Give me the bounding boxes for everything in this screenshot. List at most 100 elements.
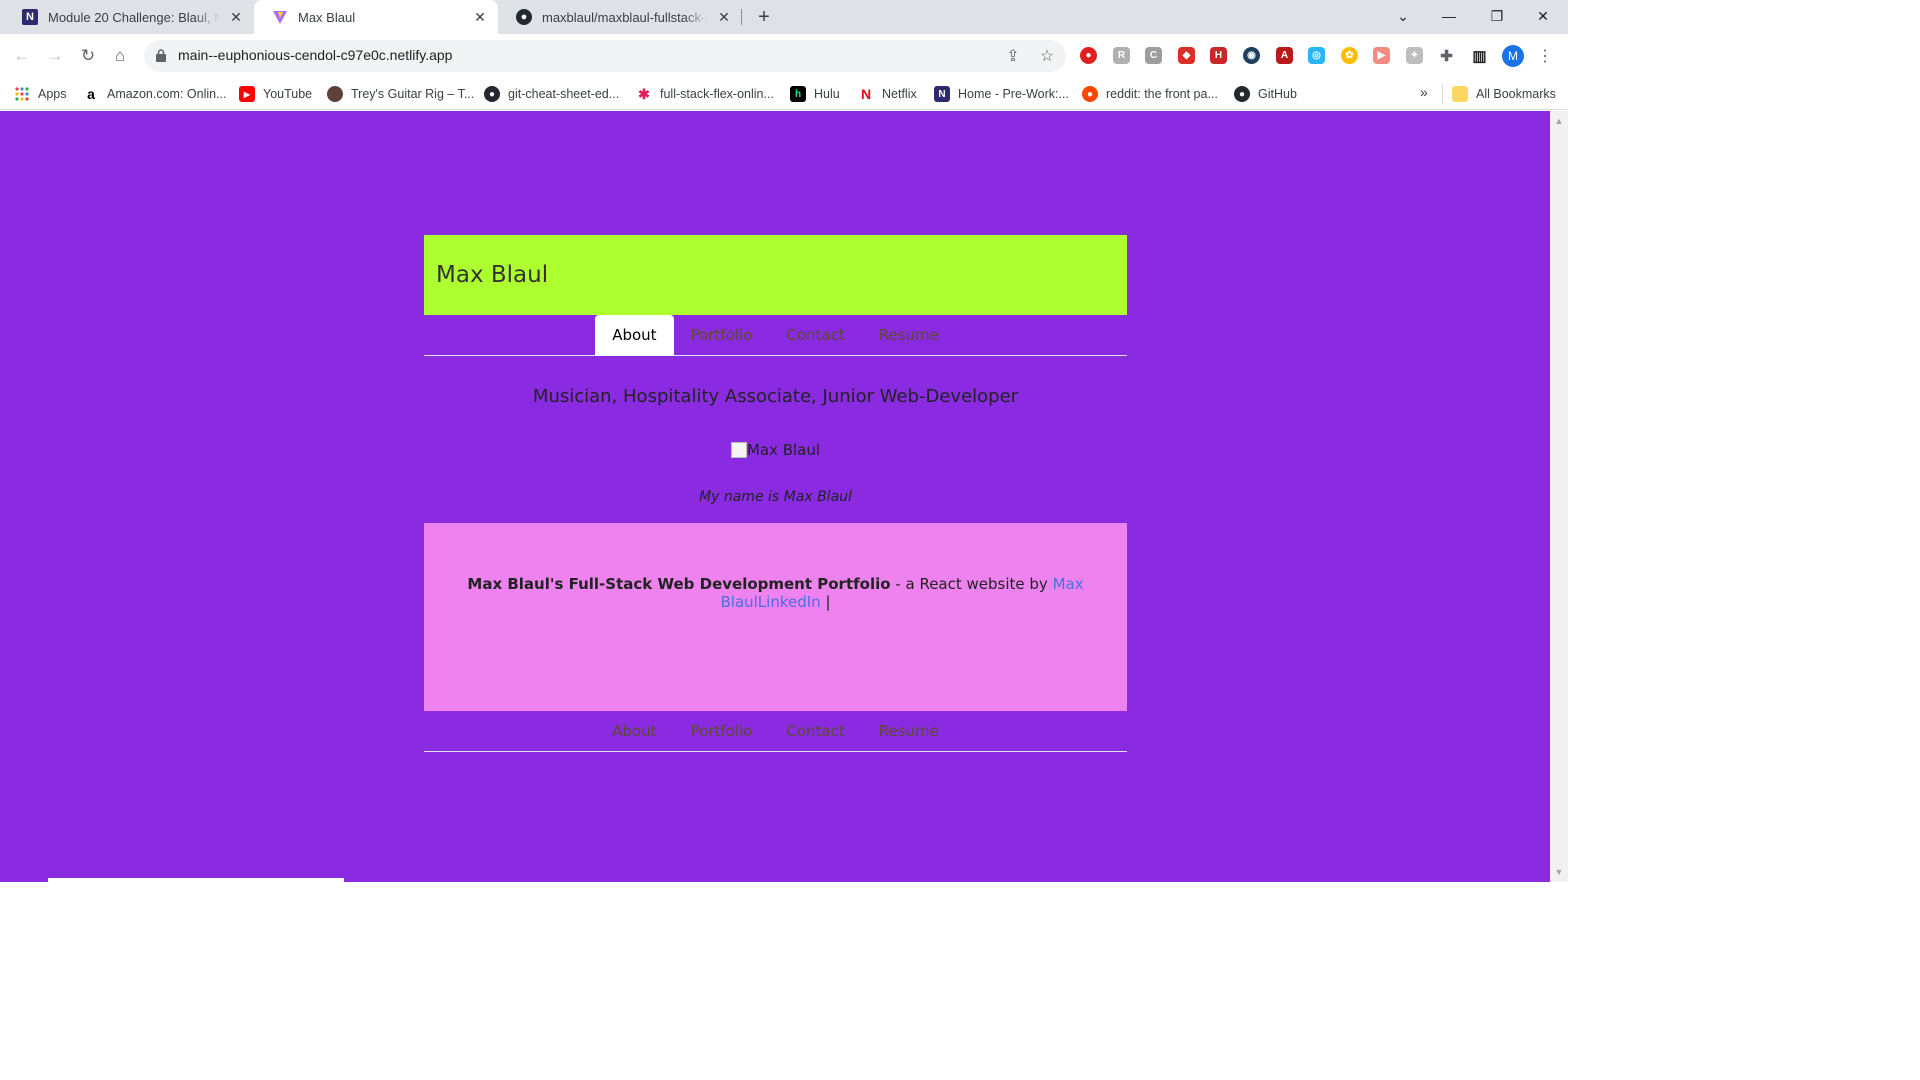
bookmark-label: Apps: [38, 87, 67, 101]
footer-title: Max Blaul's Full-Stack Web Development P…: [467, 575, 891, 593]
site-footer: Max Blaul's Full-Stack Web Development P…: [424, 523, 1127, 711]
bookmark-label: YouTube: [263, 87, 313, 101]
bookmark-reddit[interactable]: ● reddit: the front pa...: [1082, 84, 1218, 104]
forward-button[interactable]: →: [43, 44, 67, 68]
bookmark-separator: [1442, 84, 1443, 104]
tab-title: Max Blaul: [298, 9, 356, 25]
scroll-down-icon[interactable]: ▼: [1554, 868, 1564, 877]
bookmark-star-icon[interactable]: ☆: [1038, 47, 1056, 65]
bookmark-label: Netflix: [882, 87, 917, 101]
top-navigation: About Portfolio Contact Resume: [424, 315, 1127, 356]
bookmark-slack[interactable]: ✱ full-stack-flex-onlin...: [636, 84, 774, 104]
bookmark-hulu[interactable]: h Hulu: [790, 84, 840, 104]
page-scrollbar[interactable]: ▲ ▼: [1550, 111, 1568, 882]
more-menu-icon[interactable]: ⋮: [1536, 46, 1554, 66]
bookmark-label: full-stack-flex-onlin...: [660, 87, 774, 101]
slack-icon: ✱: [638, 85, 650, 102]
back-button[interactable]: ←: [10, 44, 34, 68]
footer-nav-about[interactable]: About: [595, 711, 673, 752]
footer-byline: - a React website by: [890, 575, 1053, 593]
apps-grid-icon: [14, 86, 30, 102]
new-tab-button[interactable]: +: [752, 5, 776, 29]
reload-button[interactable]: ↻: [76, 44, 100, 68]
extensions-puzzle-icon[interactable]: ✚: [1438, 47, 1455, 65]
notion-icon: N: [22, 9, 38, 25]
close-icon[interactable]: ✕: [472, 9, 488, 25]
adblock-icon[interactable]: ●: [1080, 47, 1097, 64]
reddit-icon: ●: [1082, 86, 1098, 102]
all-bookmarks-label: All Bookmarks: [1476, 87, 1556, 101]
tab-title: Module 20 Challenge: Blaul, Max: [48, 9, 220, 25]
bookmark-label: git-cheat-sheet-ed...: [508, 87, 620, 101]
site-header: Max Blaul: [424, 235, 1127, 315]
url-text: main--euphonious-cendol-c97e0c.netlify.a…: [178, 47, 453, 63]
status-strip: [48, 878, 344, 882]
browser-toolbar: ← → ↻ ⌂ main--euphonious-cendol-c97e0c.n…: [0, 34, 1568, 78]
lock-icon[interactable]: [156, 49, 166, 62]
screenshot-extension-icon[interactable]: ◎: [1308, 47, 1325, 64]
hulu-icon: h: [790, 86, 806, 102]
more-bookmarks-button[interactable]: »: [1420, 84, 1428, 100]
extension-misc-icon[interactable]: ✦: [1406, 47, 1423, 64]
bookmark-treys-guitar-rig[interactable]: Trey's Guitar Rig – T...: [327, 84, 474, 104]
bookmark-youtube[interactable]: ▶ YouTube: [239, 84, 312, 104]
nav-portfolio[interactable]: Portfolio: [674, 315, 770, 356]
notion-icon: N: [934, 86, 950, 102]
close-window-button[interactable]: ✕: [1520, 0, 1566, 32]
footer-divider: |: [820, 593, 831, 611]
home-button[interactable]: ⌂: [108, 44, 132, 68]
nav-resume[interactable]: Resume: [862, 315, 956, 356]
tab-separator: [741, 9, 742, 25]
broken-image-icon: [730, 442, 747, 458]
address-bar[interactable]: main--euphonious-cendol-c97e0c.netlify.a…: [144, 40, 1066, 72]
bookmark-label: Hulu: [814, 87, 840, 101]
footer-nav-contact[interactable]: Contact: [769, 711, 861, 752]
profile-avatar[interactable]: M: [1502, 45, 1524, 67]
nav-contact[interactable]: Contact: [769, 315, 861, 356]
html-extension-icon[interactable]: H: [1210, 47, 1227, 64]
tab-search-icon[interactable]: ⌄: [1380, 0, 1426, 32]
bookmark-amazon[interactable]: a Amazon.com: Onlin...: [83, 84, 227, 104]
extension-r-icon[interactable]: R: [1113, 47, 1130, 64]
profile-image: Max Blaul: [424, 441, 1127, 459]
minimize-button[interactable]: —: [1426, 0, 1472, 32]
restore-button[interactable]: ❐: [1474, 0, 1520, 32]
color-picker-icon[interactable]: ✿: [1341, 47, 1358, 64]
bookmark-apps[interactable]: Apps: [14, 84, 67, 104]
bookmark-netflix[interactable]: N Netflix: [858, 84, 917, 104]
bookmark-git-cheat-sheet[interactable]: ● git-cheat-sheet-ed...: [484, 84, 619, 104]
video-extension-icon[interactable]: ▶: [1373, 47, 1390, 64]
bookmarks-bar: Apps a Amazon.com: Onlin... ▶ YouTube Tr…: [0, 78, 1568, 110]
tab-module-20[interactable]: N Module 20 Challenge: Blaul, Max ✕: [4, 0, 254, 34]
youtube-icon: ▶: [239, 86, 255, 102]
netflix-icon: N: [860, 86, 872, 102]
site-title: Max Blaul: [436, 262, 549, 288]
footer-nav-resume[interactable]: Resume: [862, 711, 956, 752]
nav-about[interactable]: About: [595, 315, 674, 356]
tab-strip: N Module 20 Challenge: Blaul, Max ✕ Max …: [0, 0, 1568, 34]
bookmark-github[interactable]: ● GitHub: [1234, 84, 1297, 104]
close-icon[interactable]: ✕: [716, 9, 732, 25]
all-bookmarks-button[interactable]: All Bookmarks: [1452, 84, 1556, 104]
bookmark-label: Trey's Guitar Rig – T...: [351, 87, 475, 101]
share-icon[interactable]: ⇪: [1004, 47, 1022, 65]
bookmark-label: Amazon.com: Onlin...: [107, 87, 227, 101]
portfolio-site: Max Blaul About Portfolio Contact Resume…: [424, 235, 1127, 752]
folder-icon: [1452, 86, 1468, 102]
github-icon: ●: [484, 86, 500, 102]
bookmark-pre-work[interactable]: N Home - Pre-Work:...: [934, 84, 1069, 104]
globe-extension-icon[interactable]: ◉: [1243, 47, 1260, 64]
side-panel-icon[interactable]: ▥: [1471, 47, 1488, 65]
footer-nav-portfolio[interactable]: Portfolio: [674, 711, 770, 752]
css-extension-icon[interactable]: C: [1145, 47, 1162, 64]
pdf-extension-icon[interactable]: A: [1276, 47, 1293, 64]
page-viewport: Max Blaul About Portfolio Contact Resume…: [0, 111, 1550, 882]
tab-github-repo[interactable]: ● maxblaul/maxblaul-fullstack-portfolio …: [498, 0, 742, 34]
tab-max-blaul[interactable]: Max Blaul ✕: [254, 0, 498, 34]
tab-title: maxblaul/maxblaul-fullstack-portfolio: [542, 9, 708, 25]
scroll-up-icon[interactable]: ▲: [1554, 117, 1564, 126]
github-icon: ●: [1234, 86, 1250, 102]
shield-extension-icon[interactable]: ◆: [1178, 47, 1195, 64]
image-alt-text: Max Blaul: [746, 441, 821, 459]
close-icon[interactable]: ✕: [228, 9, 244, 25]
